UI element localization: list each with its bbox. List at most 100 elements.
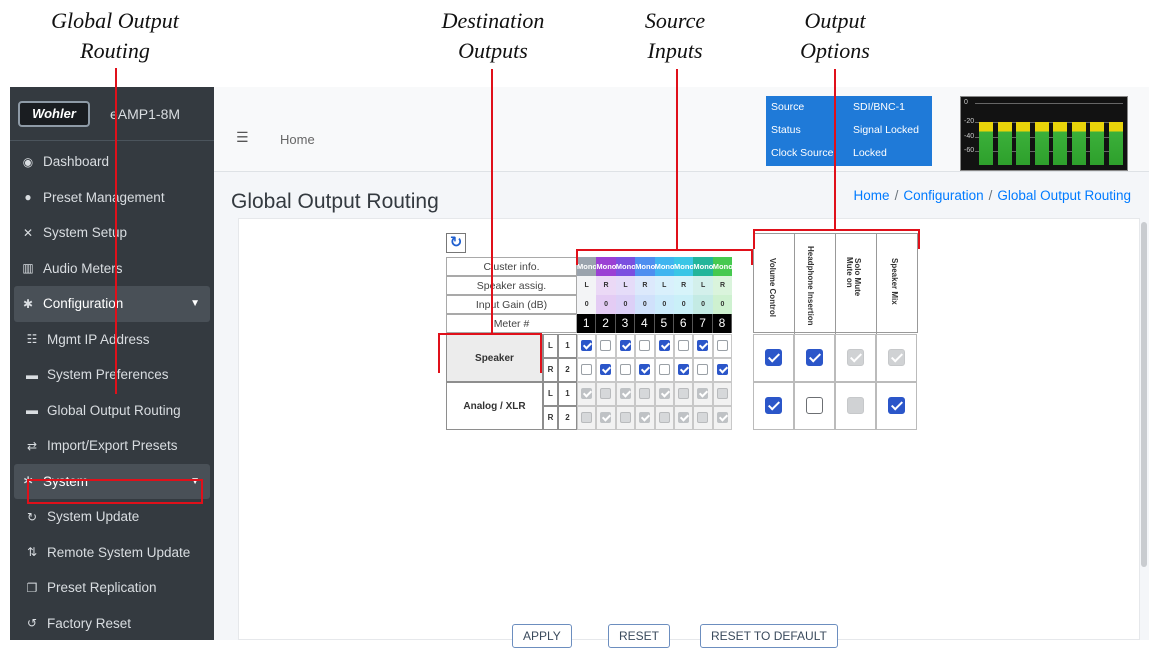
sidebar-item-preset-management[interactable]: ● Preset Management bbox=[10, 180, 214, 216]
meter-scale-label: -20 bbox=[964, 118, 975, 125]
route-checkbox[interactable] bbox=[678, 340, 689, 351]
source-gain-cell[interactable]: 0 bbox=[635, 295, 655, 314]
option-checkbox[interactable] bbox=[888, 397, 905, 414]
refresh-icon[interactable]: ↻ bbox=[446, 233, 466, 253]
source-assign-cell[interactable]: L bbox=[693, 276, 713, 295]
reset-to-default-button[interactable]: RESET TO DEFAULT bbox=[700, 624, 838, 648]
channel-number-cell: 1 bbox=[558, 334, 577, 358]
route-checkbox[interactable] bbox=[697, 340, 709, 351]
source-gain-cell[interactable]: 0 bbox=[577, 295, 597, 314]
meter-number-cell: 1 bbox=[577, 314, 597, 333]
status-value: Locked bbox=[853, 147, 887, 159]
annotation-line bbox=[753, 229, 920, 231]
status-panel: Source SDI/BNC-1 Status Signal Locked Cloc… bbox=[766, 96, 932, 166]
sidebar-item-label: Audio Meters bbox=[43, 260, 123, 276]
source-gain-cell[interactable]: 0 bbox=[674, 295, 694, 314]
menu-icon[interactable]: ☰ bbox=[236, 129, 249, 146]
scrollbar[interactable] bbox=[1141, 222, 1147, 567]
meter-scale-label: -60 bbox=[964, 147, 975, 154]
channel-side-cell: R bbox=[543, 406, 558, 430]
source-assign-cell[interactable]: R bbox=[596, 276, 616, 295]
sidebar-item-system-setup[interactable]: ✕ System Setup bbox=[10, 215, 214, 251]
apply-button[interactable]: APPLY bbox=[512, 624, 572, 648]
breadcrumb-configuration[interactable]: Configuration bbox=[903, 188, 983, 203]
panel-icon: ▬ bbox=[26, 403, 38, 418]
brand[interactable]: Wohler eAMP1-8M bbox=[10, 87, 214, 141]
annotation-line bbox=[751, 249, 753, 265]
route-checkbox[interactable] bbox=[619, 340, 631, 351]
route-checkbox bbox=[581, 412, 592, 423]
audio-meter-preview[interactable]: 0 -20 -40 -60 bbox=[960, 96, 1128, 171]
source-gain-cell[interactable]: 0 bbox=[654, 295, 674, 314]
meter-number-cell: 7 bbox=[693, 314, 713, 333]
sidebar-item-dashboard[interactable]: ◉ Dashboard bbox=[10, 144, 214, 180]
route-checkbox[interactable] bbox=[716, 364, 728, 375]
source-cluster-cell[interactable]: Mono bbox=[596, 257, 616, 276]
sidebar-item-system-update[interactable]: ↻ System Update bbox=[10, 499, 214, 535]
source-assign-cell[interactable]: L bbox=[615, 276, 636, 295]
source-gain-cell[interactable]: 0 bbox=[712, 295, 733, 314]
source-cluster-cell[interactable]: Mono bbox=[674, 257, 694, 276]
sidebar-item-preset-replication[interactable]: ❐ Preset Replication bbox=[10, 570, 214, 606]
source-cluster-cell[interactable]: Mono bbox=[693, 257, 713, 276]
route-checkbox[interactable] bbox=[581, 364, 592, 375]
option-checkbox[interactable] bbox=[806, 349, 823, 366]
sidebar-item-global-output-routing[interactable]: ▬ Global Output Routing bbox=[10, 393, 214, 429]
route-checkbox[interactable] bbox=[658, 340, 670, 351]
source-assign-cell[interactable]: R bbox=[674, 276, 694, 295]
option-checkbox[interactable] bbox=[765, 349, 782, 366]
sidebar-item-label: Dashboard bbox=[43, 154, 110, 170]
annotation-line bbox=[676, 69, 678, 249]
breadcrumb-separator: / bbox=[988, 188, 993, 203]
source-cluster-cell[interactable]: Mono bbox=[654, 257, 675, 276]
route-checkbox[interactable] bbox=[716, 340, 728, 351]
route-checkbox[interactable] bbox=[600, 340, 612, 351]
meter-number-cell: 6 bbox=[674, 314, 694, 333]
route-checkbox[interactable] bbox=[619, 364, 631, 375]
route-checkbox[interactable] bbox=[581, 340, 592, 351]
meter-number-cell: 3 bbox=[615, 314, 636, 333]
breadcrumb-home[interactable]: Home bbox=[854, 188, 890, 203]
panel-icon: ▬ bbox=[26, 367, 38, 382]
meter-bar bbox=[1053, 122, 1067, 165]
route-checkbox bbox=[581, 388, 592, 399]
source-cluster-cell[interactable]: Mono bbox=[712, 257, 733, 276]
sidebar-item-remote-system-update[interactable]: ⇅ Remote System Update bbox=[10, 535, 214, 571]
route-checkbox[interactable] bbox=[658, 364, 670, 375]
top-header: ☰ Home Source SDI/BNC-1 Status Signal Lock… bbox=[214, 87, 1149, 172]
home-link[interactable]: Home bbox=[280, 132, 315, 147]
sidebar-item-label: Factory Reset bbox=[47, 615, 132, 631]
sidebar-item-audio-meters[interactable]: ▥ Audio Meters bbox=[10, 251, 214, 287]
reset-button[interactable]: RESET bbox=[608, 624, 671, 648]
sidebar-item-import-export[interactable]: ⇄ Import/Export Presets bbox=[10, 428, 214, 464]
option-checkbox[interactable] bbox=[806, 397, 823, 414]
source-assign-cell[interactable]: L bbox=[577, 276, 597, 295]
route-checkbox[interactable] bbox=[697, 364, 709, 375]
sidebar-item-label: Preset Replication bbox=[47, 580, 157, 596]
source-cluster-cell[interactable]: Mono bbox=[577, 257, 597, 276]
source-gain-cell[interactable]: 0 bbox=[596, 295, 616, 314]
annotation-destination-outputs: Destination Outputs bbox=[408, 6, 578, 66]
sidebar-item-factory-reset[interactable]: ↺ Factory Reset bbox=[10, 606, 214, 642]
sidebar-item-system-preferences[interactable]: ▬ System Preferences bbox=[10, 357, 214, 393]
source-gain-cell[interactable]: 0 bbox=[693, 295, 713, 314]
sidebar-group-configuration[interactable]: ✱ Configuration ▼ bbox=[14, 286, 210, 322]
source-assign-cell[interactable]: R bbox=[712, 276, 733, 295]
option-checkbox[interactable] bbox=[765, 397, 782, 414]
source-assign-cell[interactable]: R bbox=[635, 276, 655, 295]
route-checkbox[interactable] bbox=[639, 340, 651, 351]
source-cluster-cell[interactable]: Mono bbox=[615, 257, 636, 276]
route-checkbox[interactable] bbox=[678, 364, 689, 375]
source-gain-cell[interactable]: 0 bbox=[615, 295, 636, 314]
meter-bar bbox=[1108, 122, 1123, 165]
sidebar-item-label: Mgmt IP Address bbox=[47, 331, 150, 347]
sidebar-item-mgmt-ip[interactable]: ☷ Mgmt IP Address bbox=[10, 322, 214, 358]
gear-icon: ✱ bbox=[22, 296, 34, 311]
matrix-row-label: Speaker assig. bbox=[446, 276, 577, 295]
sidebar-item-label: Remote System Update bbox=[47, 544, 191, 560]
option-label-volume: Volume Control bbox=[768, 258, 777, 317]
route-checkbox[interactable] bbox=[600, 364, 612, 375]
source-assign-cell[interactable]: L bbox=[654, 276, 674, 295]
source-cluster-cell[interactable]: Mono bbox=[635, 257, 655, 276]
route-checkbox[interactable] bbox=[639, 364, 651, 375]
